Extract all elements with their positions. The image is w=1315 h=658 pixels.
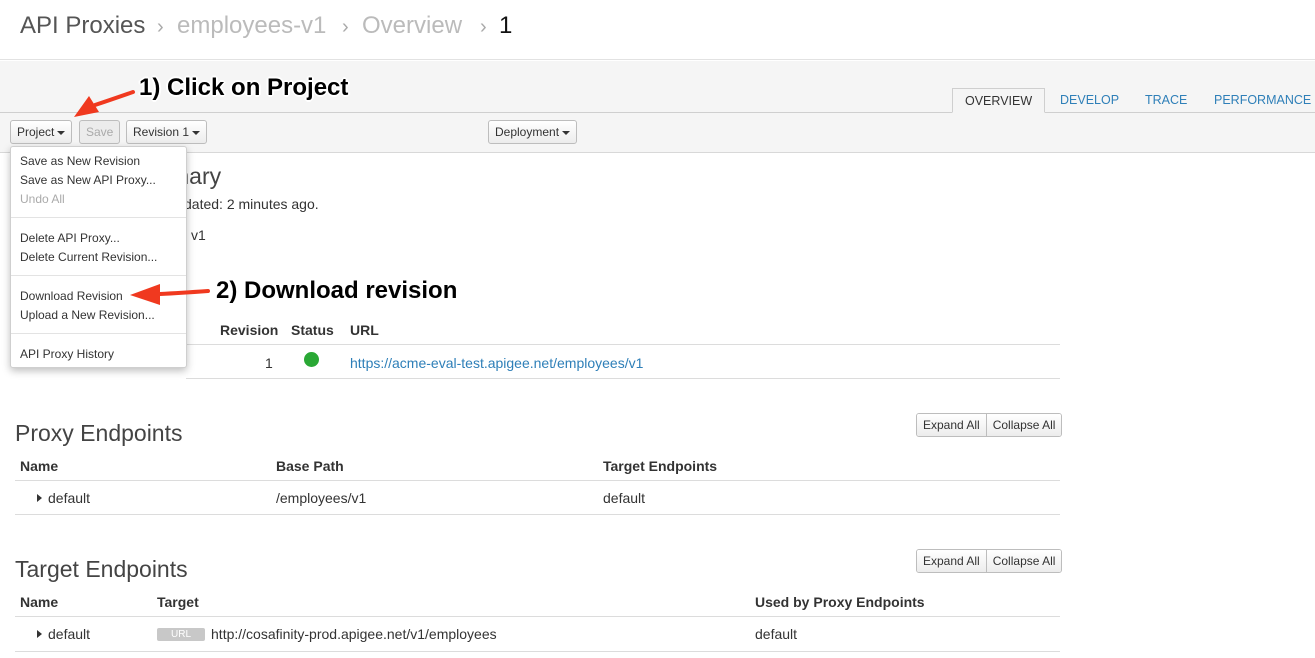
arrow-icon bbox=[130, 284, 210, 305]
arrow-icon bbox=[74, 90, 135, 117]
annotation-step2: 2) Download revision bbox=[216, 277, 458, 304]
annotation-step1: 1) Click on Project bbox=[139, 74, 349, 101]
